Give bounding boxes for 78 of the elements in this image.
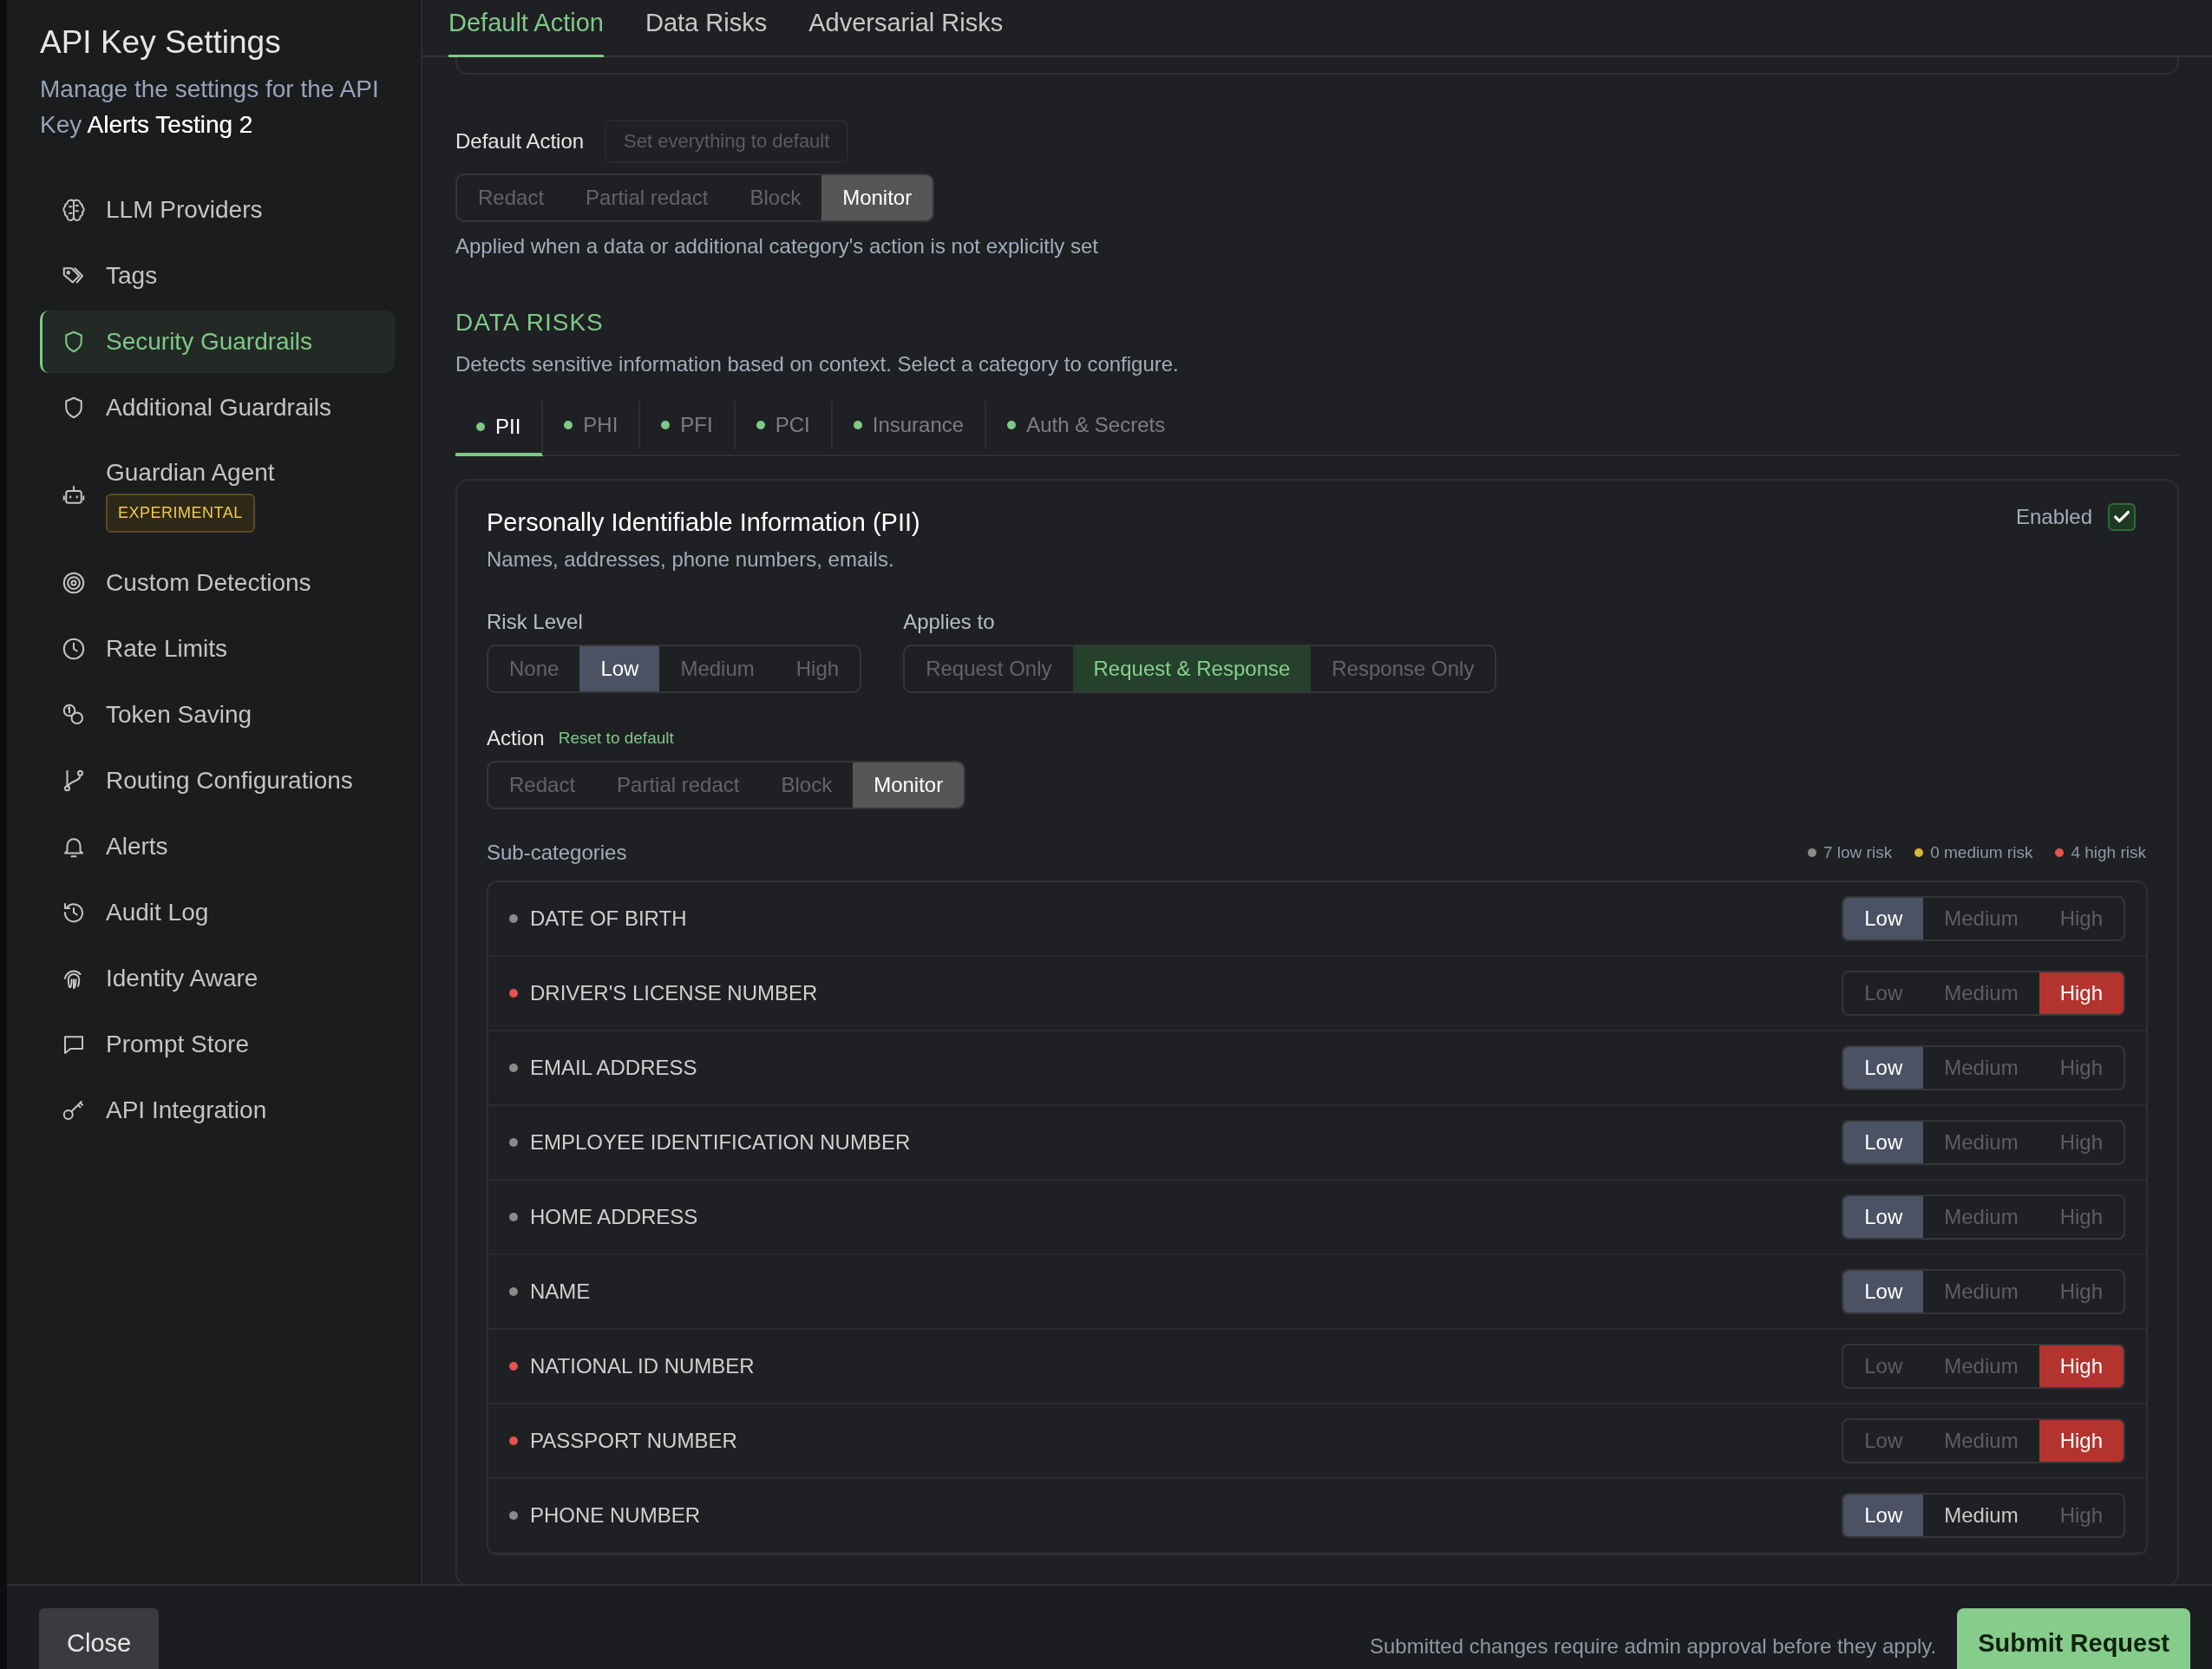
checkbox-label: Enabled xyxy=(2015,505,2092,529)
status-dot xyxy=(756,421,765,429)
subcategory-name: HOME ADDRESS xyxy=(530,1205,699,1229)
sidebar-item[interactable]: Identity Aware xyxy=(40,947,395,1010)
clock-icon xyxy=(61,636,87,662)
field-label: Applies to xyxy=(903,610,996,634)
segment-option[interactable]: High xyxy=(2039,1420,2124,1462)
status-dot xyxy=(661,421,671,429)
segment-option[interactable]: High xyxy=(2039,972,2124,1014)
field-label: Action xyxy=(487,726,545,750)
field-label: Default Action xyxy=(455,129,585,154)
subcategory-name: NAME xyxy=(530,1280,592,1304)
segment-option[interactable]: Monitor xyxy=(853,763,965,808)
subcategory-name: PHONE NUMBER xyxy=(530,1503,702,1528)
checkbox[interactable] xyxy=(2108,503,2136,531)
category-tab[interactable]: PCI xyxy=(735,401,833,449)
subcategory-name: DATE OF BIRTH xyxy=(530,906,688,931)
section-description: Detects sensitive information based on context. Select a category to configure. xyxy=(455,352,1180,376)
panel-subtitle: Manage the settings for the API Key Alerts Testing 2 xyxy=(40,75,380,140)
experimental-badge: EXPERIMENTAL xyxy=(106,493,255,533)
sidebar-item[interactable]: LLM Providers xyxy=(40,179,395,241)
subcategory-name: EMAIL ADDRESS xyxy=(530,1056,698,1080)
item-label: Guardian Agent xyxy=(106,458,275,487)
panel-description: Names, addresses, phone numbers, emails. xyxy=(487,547,895,572)
sidebar-item[interactable]: Custom Detections xyxy=(40,552,395,614)
legend-text: 0 medium risk xyxy=(1930,843,2033,862)
tab[interactable]: Data Risks xyxy=(645,0,768,57)
subcategory-name: PASSPORT NUMBER xyxy=(530,1429,738,1453)
segment-option[interactable]: Monitor xyxy=(821,175,933,220)
sidebar-item[interactable]: Alerts xyxy=(40,815,395,878)
close-button[interactable]: Close xyxy=(39,1608,160,1669)
segment-option[interactable]: Request & Response xyxy=(1072,646,1312,691)
category-tab[interactable]: Auth & Secrets xyxy=(986,401,1187,449)
sidebar-item[interactable]: Audit Log xyxy=(40,881,395,944)
status-dot xyxy=(853,421,862,429)
brain-icon xyxy=(61,197,87,223)
category-tab[interactable]: PFI xyxy=(640,401,736,449)
category-tab[interactable]: PHI xyxy=(543,401,641,449)
sidebar-item[interactable]: Tags xyxy=(40,245,395,307)
subcategory-name: NATIONAL ID NUMBER xyxy=(530,1354,756,1378)
tab[interactable]: Adversarial Risks xyxy=(808,0,1004,57)
segment-option[interactable]: Medium xyxy=(1923,1495,2039,1536)
sidebar-item[interactable]: API Integration xyxy=(40,1079,395,1142)
segment-option[interactable]: Low xyxy=(1843,1196,1924,1238)
sidebar-item[interactable]: Security Guardrails xyxy=(40,311,395,373)
legend-text: 4 high risk xyxy=(2071,843,2146,862)
panel-title: API Key Settings xyxy=(40,24,282,61)
sidebar-item[interactable]: Prompt Store xyxy=(40,1013,395,1076)
segment-option[interactable]: Low xyxy=(1843,1271,1924,1312)
subcategory-name: EMPLOYEE IDENTIFICATION NUMBER xyxy=(530,1130,912,1155)
subcategory-name: DRIVER'S LICENSE NUMBER xyxy=(530,981,819,1005)
category-tab[interactable]: PII xyxy=(455,401,544,456)
sidebar-item[interactable]: Rate Limits xyxy=(40,618,395,680)
sidebar-item[interactable]: Token Saving xyxy=(40,684,395,746)
submit-button[interactable]: Submit Request xyxy=(1957,1608,2190,1669)
helper-text: Applied when a data or additional category's action is not explicitly set xyxy=(455,234,1099,259)
target-icon xyxy=(61,570,87,596)
segment-option[interactable]: Low xyxy=(1843,1495,1924,1536)
segment-option[interactable]: Low xyxy=(1843,1047,1924,1089)
sidebar-item[interactable]: Routing Configurations xyxy=(40,749,395,812)
legend-text: 7 low risk xyxy=(1823,843,1893,862)
segment-option[interactable]: Low xyxy=(1843,898,1924,939)
footer-note: Submitted changes require admin approval before they apply. xyxy=(1368,1634,1937,1659)
panel-title: Personally Identifiable Information (PII) xyxy=(487,508,920,537)
section-heading: DATA RISKS xyxy=(455,309,605,337)
segment-option[interactable]: High xyxy=(2039,1345,2124,1387)
field-label: Risk Level xyxy=(487,610,584,634)
status-dot xyxy=(1007,421,1017,429)
status-dot xyxy=(564,421,573,429)
segment-option[interactable]: Low xyxy=(1843,1122,1924,1163)
tab[interactable]: Default Action xyxy=(448,0,604,57)
category-tab[interactable]: Insurance xyxy=(832,401,987,449)
segment-option[interactable]: Low xyxy=(579,646,660,691)
sidebar-item[interactable]: Additional Guardrails xyxy=(40,376,395,439)
reset-link[interactable]: Reset to default xyxy=(558,729,674,748)
sidebar-item[interactable]: Guardian Agent EXPERIMENTAL xyxy=(40,442,395,548)
field-label: Sub-categories xyxy=(487,841,627,865)
status-dot xyxy=(476,422,485,431)
